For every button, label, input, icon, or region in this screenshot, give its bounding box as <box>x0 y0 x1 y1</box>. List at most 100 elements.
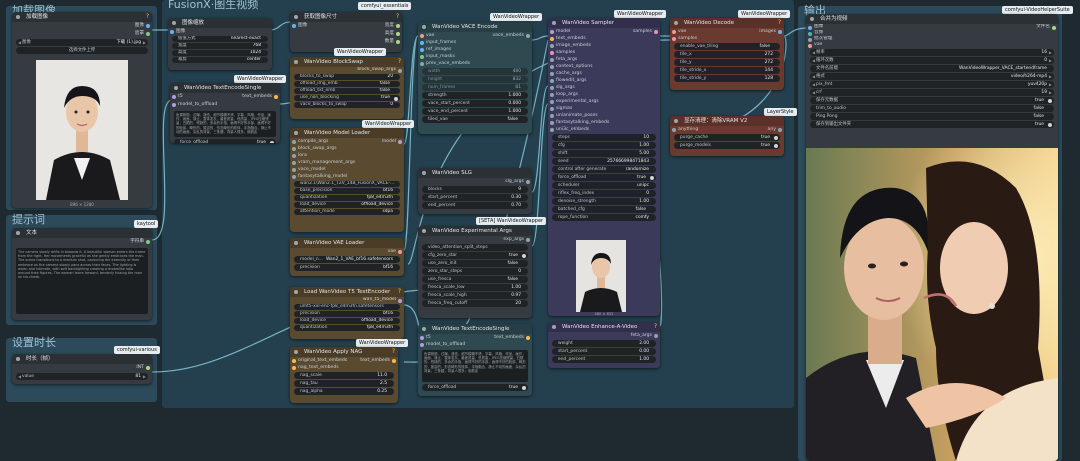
input-port-anything[interactable]: anything any <box>670 126 784 133</box>
t5-quantization-select[interactable]: quantization fp8_e4m3fn <box>294 325 400 331</box>
help-icon[interactable]: ? <box>392 347 395 357</box>
text-encode-single-node[interactable]: WanVideo TextEncodeSingle t5 text_embeds … <box>170 83 280 143</box>
input-port-ref-images[interactable]: ref_images <box>418 46 532 53</box>
tile-x-field[interactable]: tile_x 272 <box>674 51 780 58</box>
collapse-dot-icon[interactable] <box>552 21 556 25</box>
input-port-input-frames[interactable]: input_frames <box>418 39 532 46</box>
sampler-force-offload-toggle[interactable]: force_offload true <box>552 174 656 181</box>
vace-end-field[interactable]: vace_end_percent 1.000 <box>422 108 528 115</box>
output-port-int[interactable]: INT <box>12 364 152 372</box>
format-select[interactable]: ◀ 格式 video/h264-mp4 ▶ <box>810 73 1054 80</box>
output-port-exp-args[interactable]: exp_args <box>418 236 532 243</box>
enhance-start-field[interactable]: start_percent 0.00 <box>552 348 656 355</box>
prompt-text-node[interactable]: 文本 字符串 The camera slowly drifts in towar… <box>12 228 152 320</box>
load-image-node[interactable]: 加载图像? 图像 遮罩 ◀ 图像 下载 (1).jpg ▶ 选择文件上传 896 × … <box>12 12 152 208</box>
sampler-input-port[interactable]: unianimate_poses <box>548 112 660 119</box>
vace-blocks-to-swap-field[interactable]: vace_blocks_to_swap 0 <box>294 102 400 108</box>
collapse-dot-icon[interactable] <box>422 229 426 233</box>
control-after-generate-select[interactable]: control after generate randomize <box>552 166 656 173</box>
vace-encode-node[interactable]: WanVideo VACE Encode vae vace_embeds inpu… <box>418 22 532 134</box>
fresca-low-field[interactable]: fresca_scale_low 1.00 <box>422 284 528 291</box>
image-file-select[interactable]: ◀ 图像 下载 (1).jpg ▶ <box>16 39 148 46</box>
denoise-field[interactable]: denoise_strength 1.00 <box>552 198 656 205</box>
vae-tiling-toggle[interactable]: enable_vae_tiling false <box>674 43 780 50</box>
input-port-vae[interactable]: vae <box>806 42 1058 48</box>
output-port-blockswap[interactable]: block_swap_args <box>290 67 404 73</box>
t5-loader-node[interactable]: Load WanVideo T5 TextEncoder? wan_t5_mod… <box>290 287 404 339</box>
load-device-select[interactable]: load_device offload_device <box>294 202 400 208</box>
input-port-vace-model[interactable]: vace_model <box>290 166 404 173</box>
input-port-image[interactable]: 图像 宽度 <box>290 22 402 30</box>
scheduler-select[interactable]: scheduler unipc <box>552 182 656 189</box>
input-port-vae[interactable]: vae vace_embeds <box>418 32 532 39</box>
collapse-dot-icon[interactable] <box>16 15 20 19</box>
sampler-input-port[interactable]: fantasytalking_embeds <box>548 119 660 126</box>
wanvideo-decode-node[interactable]: WanVideo Decode? vae images samples enabl… <box>670 18 784 90</box>
sampler-input-port[interactable]: uni3c_embeds <box>548 126 660 133</box>
ping-pong-toggle[interactable]: Ping Pong false <box>810 113 1054 120</box>
input-port-original-text[interactable]: original_text_embeds text_embeds <box>290 357 398 364</box>
upload-button[interactable]: 选择文件上传 <box>16 47 148 54</box>
model-select[interactable]: wan2.1\Wan2.1_T2V_14B_FusionX_VACE-... <box>294 181 400 187</box>
attention-mode-select[interactable]: attention_mode sdpa <box>294 209 400 215</box>
purge-models-toggle[interactable]: purge_models true <box>674 142 780 149</box>
output-port-image[interactable]: 图像 <box>12 22 152 30</box>
t5-precision-select[interactable]: precision bf16 <box>294 311 400 317</box>
collapse-dot-icon[interactable] <box>294 241 298 245</box>
batched-cfg-toggle[interactable]: batched_cfg false <box>552 206 656 213</box>
slg-blocks-field[interactable]: blocks 9 <box>422 186 528 193</box>
sampler-input-port[interactable]: sigmas <box>548 105 660 112</box>
pix-fmt-select[interactable]: ◀ pix_fmt yuv420p ▶ <box>810 81 1054 88</box>
output-port-mask[interactable]: 遮罩 <box>12 30 152 38</box>
blockswap-node[interactable]: WanVideo BlockSwap? block_swap_args bloc… <box>290 57 404 119</box>
interp-select[interactable]: 插值方式 nearest-exact <box>172 36 268 42</box>
enhance-weight-field[interactable]: weight 2.00 <box>552 340 656 347</box>
input-port-model[interactable]: model_to_offload <box>170 101 280 109</box>
fresca-cutoff-field[interactable]: fresca_freq_cutoff 20 <box>422 300 528 307</box>
experimental-args-node[interactable]: WanVideo Experimental Args exp_args vide… <box>418 226 532 318</box>
input-port-samples[interactable]: samples <box>670 35 784 42</box>
vae-model-select[interactable]: model_n... Wan2_1_VAE_bf16.safetensors <box>294 256 400 263</box>
duration-node[interactable]: 时长（帧） INT ◀ value 81 ▶ <box>12 354 152 384</box>
video-attention-field[interactable]: video_attention_split_steps <box>422 244 528 251</box>
collapse-dot-icon[interactable] <box>294 131 298 135</box>
force-offload-toggle[interactable]: force_offload true <box>174 139 276 143</box>
input-port-image[interactable]: 图像 <box>168 28 272 35</box>
collapse-dot-icon[interactable] <box>294 290 298 294</box>
tiled-vae-toggle[interactable]: tiled_vae false <box>422 116 528 123</box>
tile-y-field[interactable]: tile_y 272 <box>674 59 780 66</box>
input-port-input-masks[interactable]: input_masks <box>418 53 532 60</box>
offload-img-emb-toggle[interactable]: offload_img_emb false <box>294 81 400 87</box>
sampler-input-port[interactable]: model samples <box>548 28 660 35</box>
t5-model-select[interactable]: umt5-xxl-enc-fp8_e4m3fn.safetensors <box>294 304 400 310</box>
cfg-zero-star-toggle[interactable]: cfg_zero_star true <box>422 252 528 259</box>
output-port-slg[interactable]: slg_args <box>418 178 532 185</box>
output-port-feta[interactable]: feta_args <box>548 332 660 339</box>
output-port-t5[interactable]: wan_t5_model <box>290 297 404 303</box>
collapse-dot-icon[interactable] <box>674 119 678 123</box>
input-port-vae[interactable]: vae images <box>670 28 784 35</box>
blocks-to-swap-field[interactable]: blocks_to_swap 20 <box>294 74 400 80</box>
crop-select[interactable]: 裁剪 center <box>172 57 268 63</box>
save-output-toggle[interactable]: 保存到输出文件夹 true <box>810 121 1054 128</box>
tile-stride-y-field[interactable]: tile_stride_y 128 <box>674 75 780 82</box>
collapse-dot-icon[interactable] <box>294 60 298 64</box>
negative-prompt-textarea-2[interactable]: 色调艳丽，过曝，静态，细节模糊不清，字幕，风格，作品，画作，画面，静止，整体发灰… <box>422 350 528 382</box>
height-field[interactable]: 高度 1024 <box>172 50 268 56</box>
help-icon[interactable]: ? <box>146 12 149 22</box>
frame-rate-field[interactable]: ◀ 帧率 16 ▶ <box>810 49 1054 56</box>
shift-field[interactable]: shift 5.00 <box>552 150 656 157</box>
input-port-fantasytalking[interactable]: fantasytalking_model <box>290 173 404 180</box>
help-icon[interactable]: ? <box>398 57 401 67</box>
collapse-dot-icon[interactable] <box>16 231 20 235</box>
collapse-dot-icon[interactable] <box>810 17 814 21</box>
loop-count-field[interactable]: ◀ 循环次数 0 ▶ <box>810 57 1054 64</box>
vae-loader-node[interactable]: WanVideo VAE Loader vae model_n... Wan2_1… <box>290 238 404 276</box>
use-non-blocking-toggle[interactable]: use_non_blocking true <box>294 95 400 101</box>
text-encode-single-node-2[interactable]: WanVideo TextEncodeSingle t5 text_embeds … <box>418 324 532 396</box>
vram-purge-node[interactable]: 显存清理：清除VRAM V2 anything any purge_cache tr… <box>670 116 784 156</box>
output-port-count[interactable]: 数量 <box>290 38 402 46</box>
quantization-select[interactable]: quantization fp8_e4m3fn <box>294 195 400 201</box>
wanvideo-sampler-node[interactable]: WanVideo Sampler model samples text_embeds… <box>548 18 660 316</box>
negative-prompt-textarea[interactable]: 色调艳丽，过曝，静态，细节模糊不清，字幕，风格，作品，画作，画面，静止，整体发灰… <box>174 111 276 137</box>
